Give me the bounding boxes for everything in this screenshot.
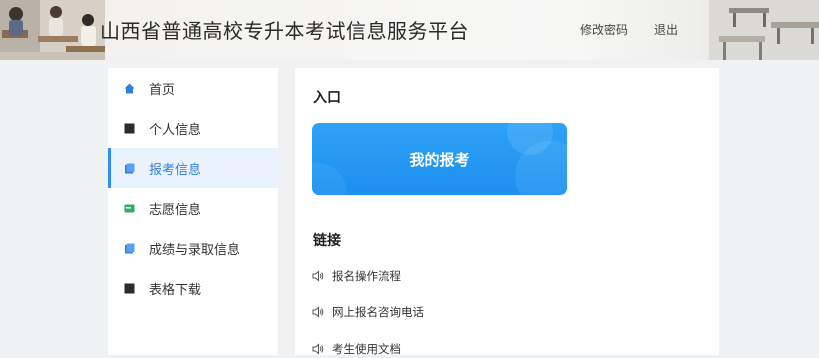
sidebar: 首页 个人信息 报考信息 志愿信息 成绩与录取信息 表格下载 [108,68,278,355]
link-registration-process[interactable]: 报名操作流程 [312,267,401,285]
home-icon [124,83,135,93]
logout-link[interactable]: 退出 [654,21,678,38]
active-indicator [108,148,111,188]
sidebar-item-label: 志愿信息 [149,202,202,218]
link-consultation-phone[interactable]: 网上报名咨询电话 [312,303,424,321]
sidebar-item-home[interactable]: 首页 [108,68,278,108]
speaker-icon [312,306,324,318]
sidebar-item-preference[interactable]: 志愿信息 [108,188,278,228]
site-title: 山西省普通高校专升本考试信息服务平台 [100,19,469,43]
speaker-icon [312,343,324,355]
sidebar-item-scores-admission[interactable]: 成绩与录取信息 [108,228,278,268]
change-password-link[interactable]: 修改密码 [580,21,628,38]
header-banner: 山西省普通高校专升本考试信息服务平台 修改密码 退出 [0,0,819,60]
link-user-guide[interactable]: 考生使用文档 [312,340,401,358]
sidebar-item-exam-registration[interactable]: 报考信息 [108,148,278,188]
document-icon [125,163,135,173]
classroom-photo-left [0,0,105,60]
link-label: 报名操作流程 [332,269,401,283]
sidebar-item-label: 报考信息 [149,162,202,178]
speaker-icon [312,270,324,282]
square-icon [124,283,135,293]
link-label: 网上报名咨询电话 [332,305,424,319]
entry-button-label: 我的报考 [409,150,470,169]
classroom-photo-right [709,0,819,60]
sidebar-item-label: 首页 [149,82,176,98]
sidebar-item-label: 成绩与录取信息 [149,242,241,258]
document-icon [125,243,135,253]
links-section-title: 链接 [313,233,341,249]
entry-section-title: 入口 [313,90,341,106]
sidebar-item-personal-info[interactable]: 个人信息 [108,108,278,148]
sidebar-item-label: 个人信息 [149,122,202,138]
my-registration-button[interactable]: 我的报考 [312,123,567,195]
square-icon [124,123,135,133]
main-panel: 入口 我的报考 链接 报名操作流程 网上报名咨询电话 考生使用文档 [295,68,719,358]
sidebar-item-form-download[interactable]: 表格下载 [108,268,278,308]
sidebar-item-label: 表格下载 [149,282,202,298]
card-icon [124,204,135,212]
